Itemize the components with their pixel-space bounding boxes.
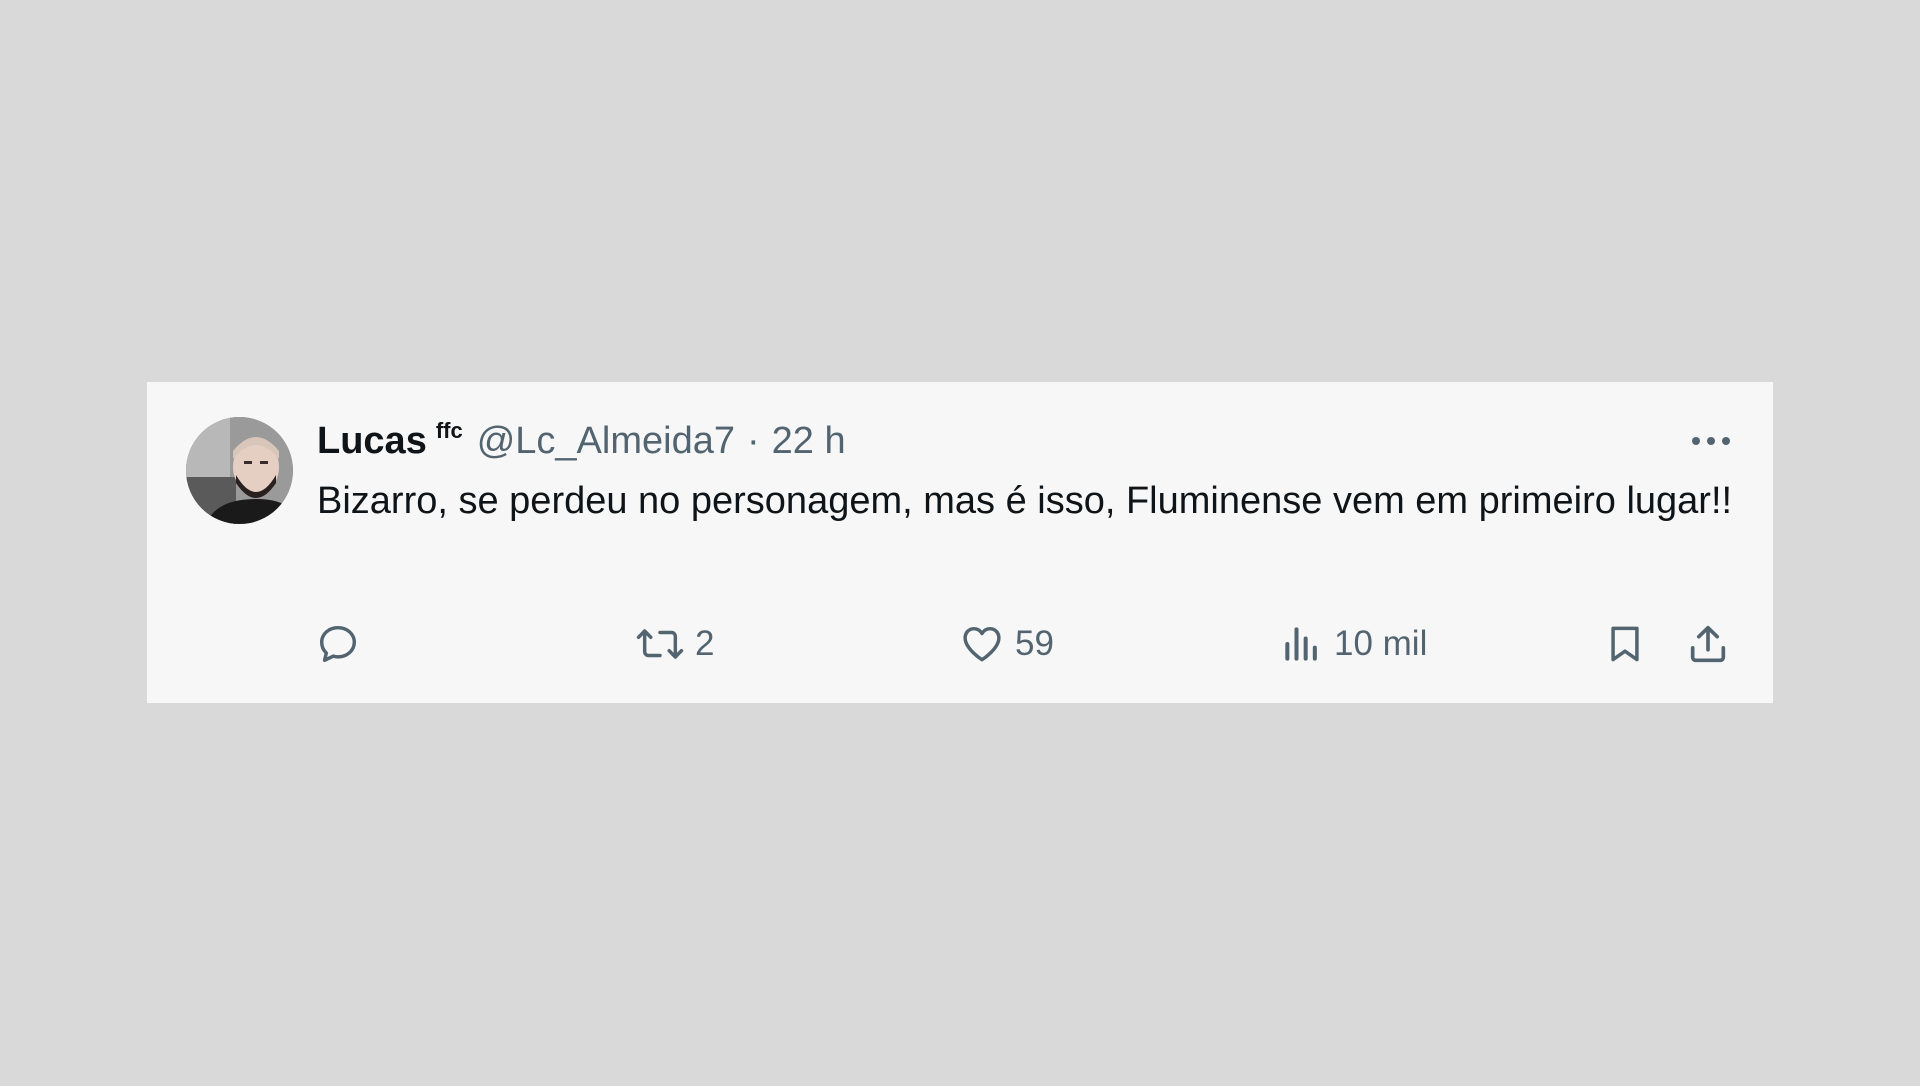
author-handle[interactable]: @Lc_Almeida7 (477, 420, 735, 463)
retweet-button[interactable]: 2 (635, 619, 714, 669)
like-count: 59 (1015, 624, 1054, 663)
avatar-photo (186, 417, 293, 524)
avatar[interactable] (186, 417, 293, 524)
author-name[interactable]: Lucas (317, 420, 427, 463)
separator-dot: · (746, 419, 760, 462)
retweet-icon (635, 621, 685, 667)
like-button[interactable]: 59 (959, 619, 1054, 669)
views-button[interactable]: 10 mil (1280, 619, 1427, 669)
bookmark-button[interactable] (1603, 619, 1647, 669)
tweet-text: Bizarro, se perdeu no personagem, mas é … (317, 480, 1733, 522)
tweet-card[interactable]: Lucas ffc @Lc_Almeida7 · 22 h Bizarro, s… (147, 382, 1773, 703)
heart-icon (959, 621, 1005, 667)
share-icon (1685, 621, 1731, 667)
retweet-count: 2 (695, 624, 715, 663)
analytics-icon (1280, 621, 1324, 667)
reply-icon (315, 621, 361, 667)
views-count: 10 mil (1334, 624, 1428, 663)
more-options-button[interactable] (1689, 424, 1733, 458)
author-badge: ffc (435, 418, 463, 443)
reply-button[interactable] (315, 619, 361, 669)
bookmark-icon (1603, 621, 1647, 667)
tweet-time[interactable]: 22 h (772, 420, 846, 463)
more-icon (1692, 437, 1730, 445)
share-button[interactable] (1685, 619, 1731, 669)
tweet-header: Lucas ffc @Lc_Almeida7 · 22 h (317, 416, 846, 466)
